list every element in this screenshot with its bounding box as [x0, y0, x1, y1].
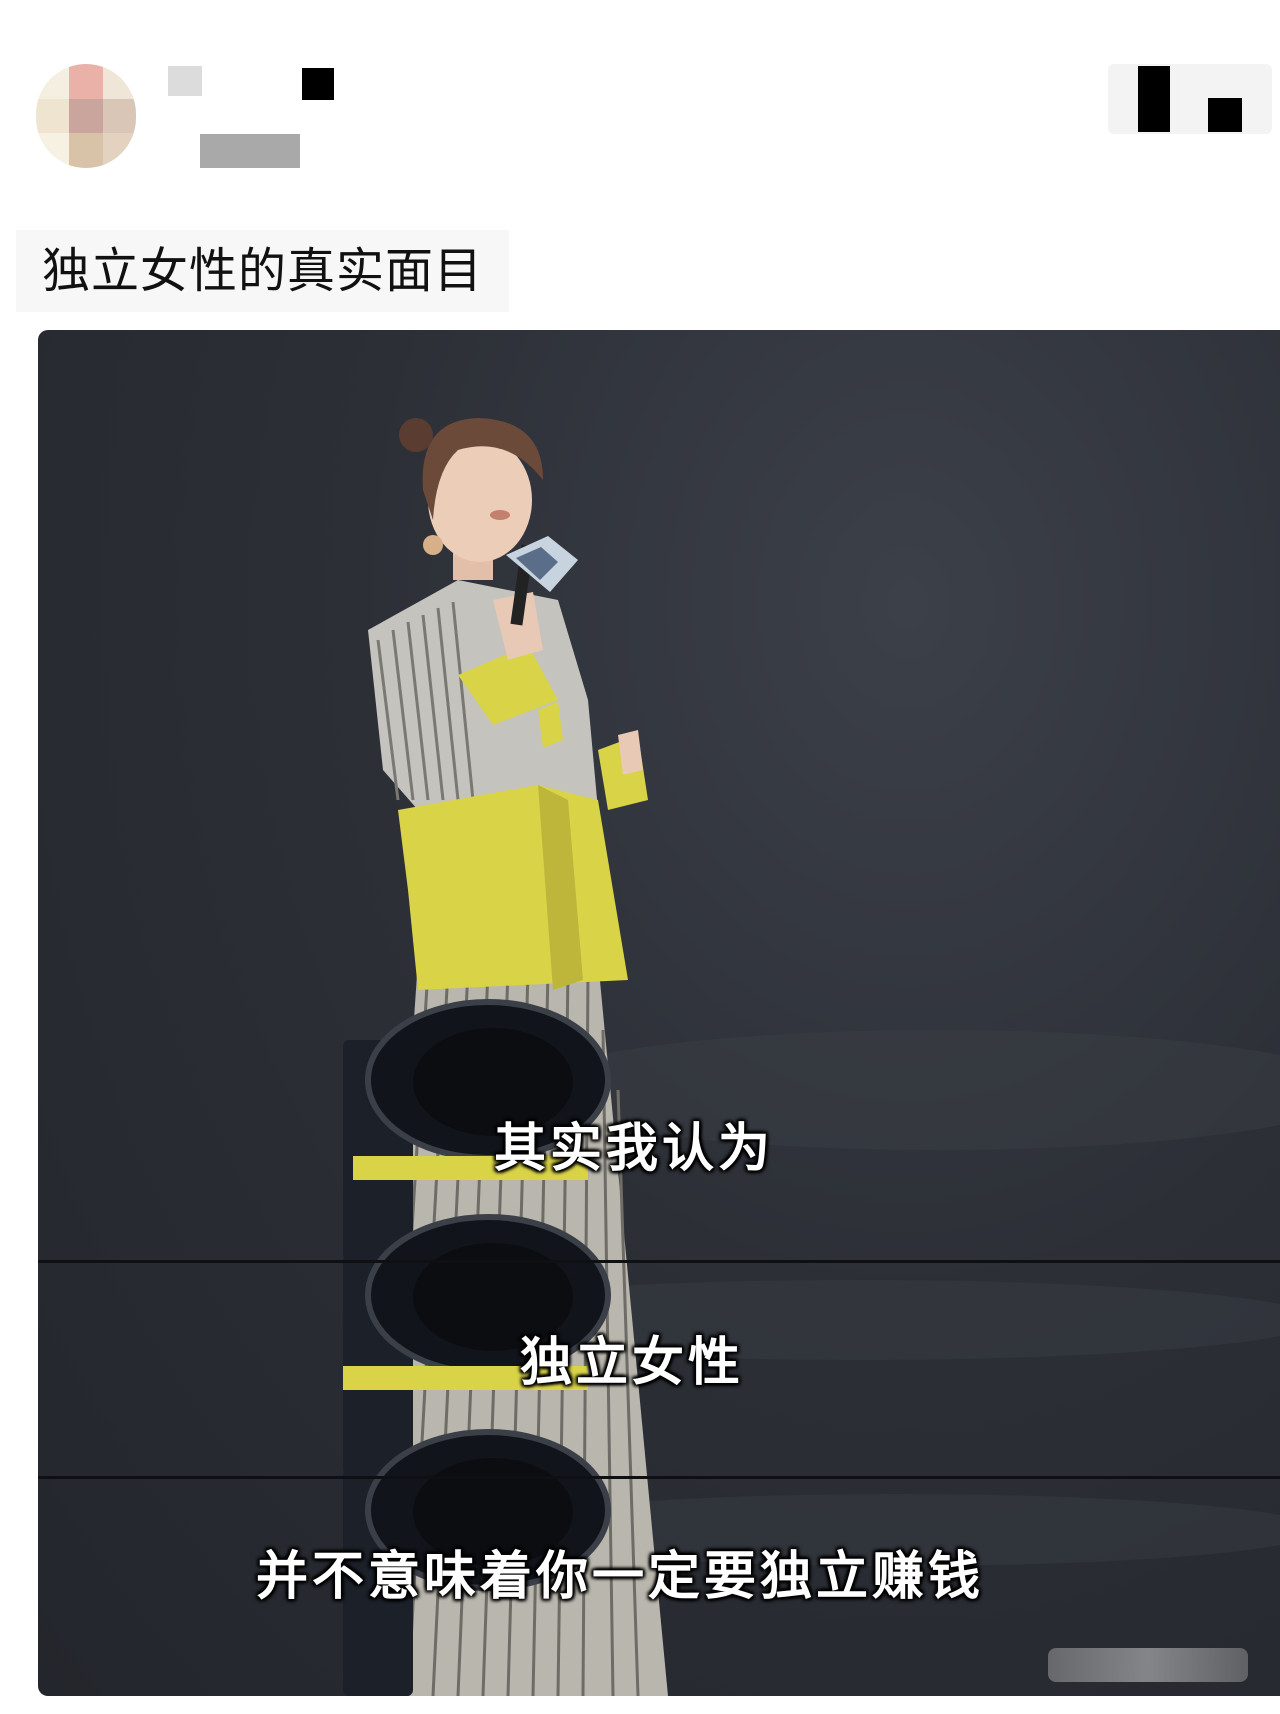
frame-divider — [38, 1476, 1280, 1479]
avatar[interactable] — [36, 64, 136, 168]
subtitle-3: 并不意味着你一定要独立赚钱 — [256, 1547, 985, 1607]
username-redacted[interactable] — [166, 64, 346, 174]
post-title: 独立女性的真实面目 — [16, 230, 510, 312]
redaction-block — [1208, 98, 1242, 132]
redaction-block — [200, 134, 300, 168]
subtitle-1: 其实我认为 — [494, 1119, 775, 1179]
post-header — [0, 0, 1280, 200]
frame-divider — [38, 1260, 1280, 1263]
follow-button-redacted[interactable] — [1108, 64, 1272, 134]
post-image[interactable]: 其实我认为 独立女性 并不意味着你一定要独立赚钱 — [38, 330, 1280, 1696]
watermark-icon — [1048, 1648, 1248, 1682]
redaction-block — [168, 66, 202, 96]
redaction-block — [1138, 66, 1170, 132]
redaction-block — [302, 68, 334, 100]
stage-scene — [343, 418, 1280, 1696]
subtitle-2: 独立女性 — [520, 1333, 745, 1393]
